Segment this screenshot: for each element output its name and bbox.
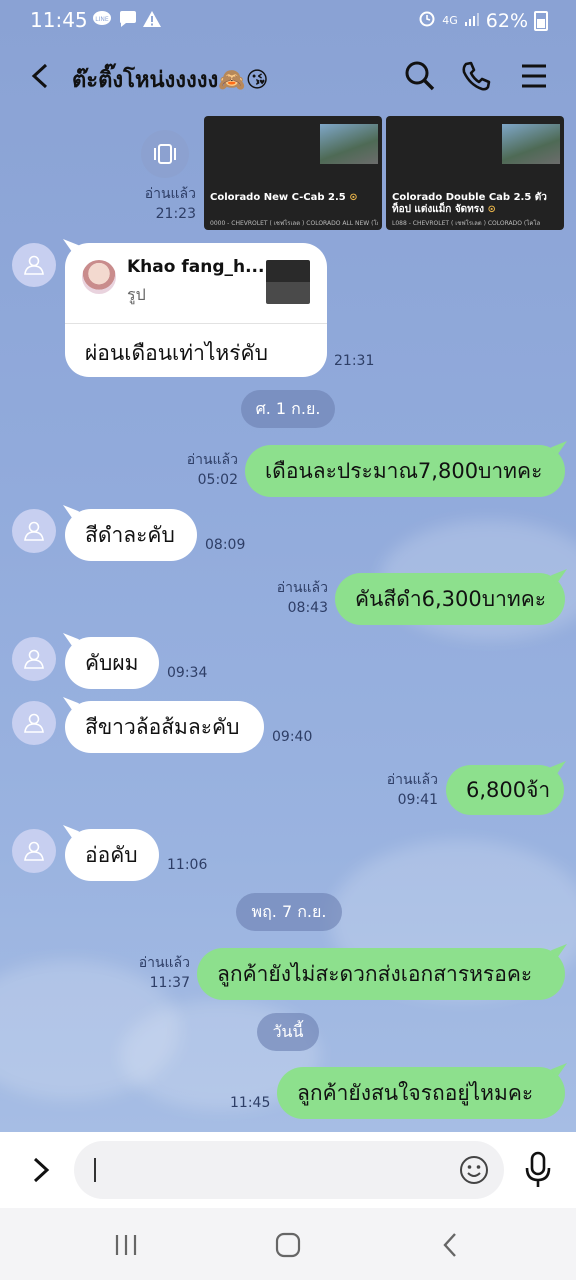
back-nav-icon[interactable]: [436, 1230, 466, 1260]
avatar[interactable]: [12, 829, 56, 873]
reply-thumbnail: [266, 260, 310, 304]
verified-icon: ⊙: [349, 192, 358, 203]
message-bubble-outgoing[interactable]: คันสีดำ6,300บาทคะ: [335, 573, 565, 625]
message-bubble-incoming[interactable]: อ่อคับ: [65, 829, 159, 881]
avatar[interactable]: [12, 509, 56, 553]
message-time: 09:40: [272, 729, 313, 745]
link-card-subtitle: L088 - CHEVROLET ( เชฟโรเลต ) COLORADO (…: [392, 220, 541, 227]
svg-text:LINE: LINE: [95, 16, 109, 23]
message-text: อ่อคับ: [85, 842, 138, 867]
car-thumbnail: [320, 124, 378, 164]
back-icon[interactable]: [24, 58, 60, 94]
read-receipt: อ่านแล้ว: [186, 452, 238, 468]
message-bubble-outgoing[interactable]: ลูกค้ายังสนใจรถอยู่ไหมคะ: [277, 1067, 565, 1119]
message-time: 09:34: [167, 665, 208, 681]
menu-icon[interactable]: [516, 58, 552, 94]
message-text: ผ่อนเดือนเท่าไหร่คับ: [85, 341, 268, 365]
message-bubble-outgoing[interactable]: ลูกค้ายังไม่สะดวกส่งเอกสารหรอคะ: [197, 948, 565, 1000]
battery-percent: 62%: [485, 9, 528, 32]
date-separator: ศ. 1 ก.ย.: [241, 390, 335, 428]
search-icon[interactable]: [402, 58, 438, 94]
reply-message-bubble[interactable]: Khao fang_h... รูป ผ่อนเดือนเท่าไหร่คับ: [65, 243, 327, 377]
link-card[interactable]: Colorado New C-Cab 2.5 ⊙ 0000 - CHEVROLE…: [204, 116, 382, 230]
link-card-title: Colorado Double Cab 2.5 ตัวท็อป แต่งแม็ก…: [392, 192, 547, 215]
link-card-subtitle: 0000 - CHEVROLET ( เชฟโรเลต ) COLORADO A…: [210, 220, 378, 227]
message-meta: อ่านแล้ว 21:23: [110, 184, 196, 224]
message-text: สีขาวล้อส้มละคับ: [85, 714, 240, 739]
message-text: คันสีดำ6,300บาทคะ: [355, 586, 547, 611]
expand-icon[interactable]: [26, 1152, 56, 1188]
message-bubble-incoming[interactable]: สีขาวล้อส้มละคับ: [65, 701, 264, 753]
read-receipt: อ่านแล้ว: [138, 955, 190, 971]
album-share-button[interactable]: [141, 130, 189, 178]
chat-title: ต๊ะติ๊งโหน่งงงงง🙈😘: [72, 68, 269, 93]
avatar[interactable]: [12, 701, 56, 745]
system-navigation-bar: [0, 1208, 576, 1280]
read-receipt: อ่านแล้ว: [276, 580, 328, 596]
link-card[interactable]: Colorado Double Cab 2.5 ตัวท็อป แต่งแม็ก…: [386, 116, 564, 230]
date-separator: พฤ. 7 ก.ย.: [236, 893, 342, 931]
message-bubble-incoming[interactable]: คับผม: [65, 637, 159, 689]
avatar[interactable]: [12, 637, 56, 681]
message-text: สีดำละคับ: [85, 522, 175, 547]
message-text: ลูกค้ายังสนใจรถอยู่ไหมคะ: [297, 1080, 534, 1105]
message-meta: อ่านแล้ว 11:37: [102, 953, 190, 993]
chat-icon: [118, 10, 138, 28]
message-time: 21:31: [334, 353, 375, 369]
message-time: 09:41: [397, 792, 438, 808]
alarm-icon: [418, 9, 436, 32]
message-time: 08:09: [205, 537, 246, 553]
message-time: 11:37: [149, 975, 190, 991]
network-type: 4G: [442, 14, 458, 27]
warning-icon: [142, 10, 162, 28]
home-icon[interactable]: [272, 1230, 304, 1260]
battery-icon: [534, 10, 548, 31]
read-receipt: อ่านแล้ว: [386, 772, 438, 788]
reply-type: รูป: [127, 285, 146, 304]
emoji-icon[interactable]: [458, 1154, 490, 1186]
message-text: ลูกค้ายังไม่สะดวกส่งเอกสารหรอคะ: [217, 961, 533, 986]
verified-icon: ⊙: [487, 204, 496, 215]
message-bubble-outgoing[interactable]: เดือนละประมาณ7,800บาทคะ: [245, 445, 565, 497]
message-bubble-outgoing[interactable]: 6,800จ้า: [446, 765, 564, 815]
mic-icon[interactable]: [521, 1150, 555, 1190]
message-text: 6,800จ้า: [466, 777, 551, 802]
message-time: 21:23: [155, 206, 196, 222]
car-thumbnail: [502, 124, 560, 164]
message-input[interactable]: [74, 1141, 504, 1199]
status-right: 4G 62%: [418, 9, 548, 32]
message-meta: อ่านแล้ว 05:02: [150, 450, 238, 490]
status-bar: 11:45 LINE 4G 62%: [0, 0, 576, 40]
link-card-title: Colorado New C-Cab 2.5: [210, 192, 346, 203]
phone-icon[interactable]: [458, 58, 494, 94]
signal-icon: [464, 10, 480, 32]
message-meta: อ่านแล้ว 08:43: [240, 578, 328, 618]
message-time: 11:45: [230, 1095, 271, 1111]
text-caret: [94, 1158, 96, 1182]
reply-avatar: [82, 260, 116, 294]
line-icon: LINE: [92, 10, 112, 28]
message-time: 11:06: [167, 857, 208, 873]
read-receipt: อ่านแล้ว: [144, 186, 196, 202]
reply-author: Khao fang_h...: [127, 257, 265, 277]
chat-header: ต๊ะติ๊งโหน่งงงงง🙈😘: [0, 40, 576, 116]
avatar[interactable]: [12, 243, 56, 287]
message-input-bar: [0, 1132, 576, 1208]
date-separator: วันนี้: [257, 1013, 319, 1051]
message-text: เดือนละประมาณ7,800บาทคะ: [265, 458, 543, 483]
message-time: 08:43: [287, 600, 328, 616]
recent-apps-icon[interactable]: [112, 1232, 142, 1258]
status-time: 11:45: [30, 8, 88, 32]
message-meta: อ่านแล้ว 09:41: [350, 770, 438, 810]
message-text: คับผม: [85, 650, 139, 675]
message-time: 05:02: [197, 472, 238, 488]
message-bubble-incoming[interactable]: สีดำละคับ: [65, 509, 197, 561]
reply-divider: [65, 323, 327, 324]
